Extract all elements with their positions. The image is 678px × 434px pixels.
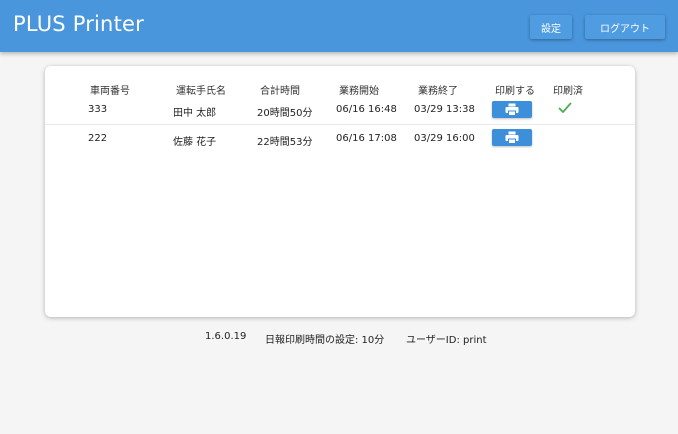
row1-driver: 田中 太郎 bbox=[173, 108, 217, 119]
row1-start: 06/16 16:48 bbox=[336, 104, 397, 115]
row2-end: 03/29 16:00 bbox=[414, 133, 475, 144]
app-version: 1.6.0.19 bbox=[205, 331, 247, 342]
row2-vehicle-no: 222 bbox=[88, 133, 108, 144]
row1-total-time: 20時間50分 bbox=[257, 108, 313, 119]
app-title: PLUS Printer bbox=[13, 12, 144, 36]
report-table-card: 車両番号 運転手氏名 合計時間 業務開始 業務終了 印刷する 印刷済 333 田… bbox=[45, 66, 635, 317]
settings-button[interactable]: 設定 bbox=[530, 15, 572, 39]
column-header-printed: 印刷済 bbox=[553, 86, 583, 97]
column-header-total-time: 合計時間 bbox=[260, 86, 300, 97]
column-header-driver: 運転手氏名 bbox=[176, 86, 226, 97]
row1-vehicle-no: 333 bbox=[88, 104, 108, 115]
row2-driver: 佐藤 花子 bbox=[173, 137, 217, 148]
column-header-end: 業務終了 bbox=[418, 86, 458, 97]
app-bar: PLUS Printer 設定 ログアウト bbox=[0, 0, 678, 52]
row2-start: 06/16 17:08 bbox=[336, 133, 397, 144]
logout-button[interactable]: ログアウト bbox=[585, 15, 665, 39]
row1-print-button[interactable] bbox=[492, 101, 532, 118]
row2-print-button[interactable] bbox=[492, 129, 532, 146]
printer-icon bbox=[505, 103, 519, 116]
print-time-setting: 日報印刷時間の設定: 10分 bbox=[265, 335, 385, 346]
row-divider bbox=[45, 124, 635, 125]
column-header-print: 印刷する bbox=[495, 86, 535, 97]
printer-icon bbox=[505, 131, 519, 144]
row2-total-time: 22時間53分 bbox=[257, 137, 313, 148]
row1-end: 03/29 13:38 bbox=[414, 104, 475, 115]
column-header-start: 業務開始 bbox=[339, 86, 379, 97]
check-icon bbox=[558, 102, 572, 113]
column-header-vehicle-no: 車両番号 bbox=[90, 86, 130, 97]
user-id: ユーザーID: print bbox=[406, 335, 487, 346]
